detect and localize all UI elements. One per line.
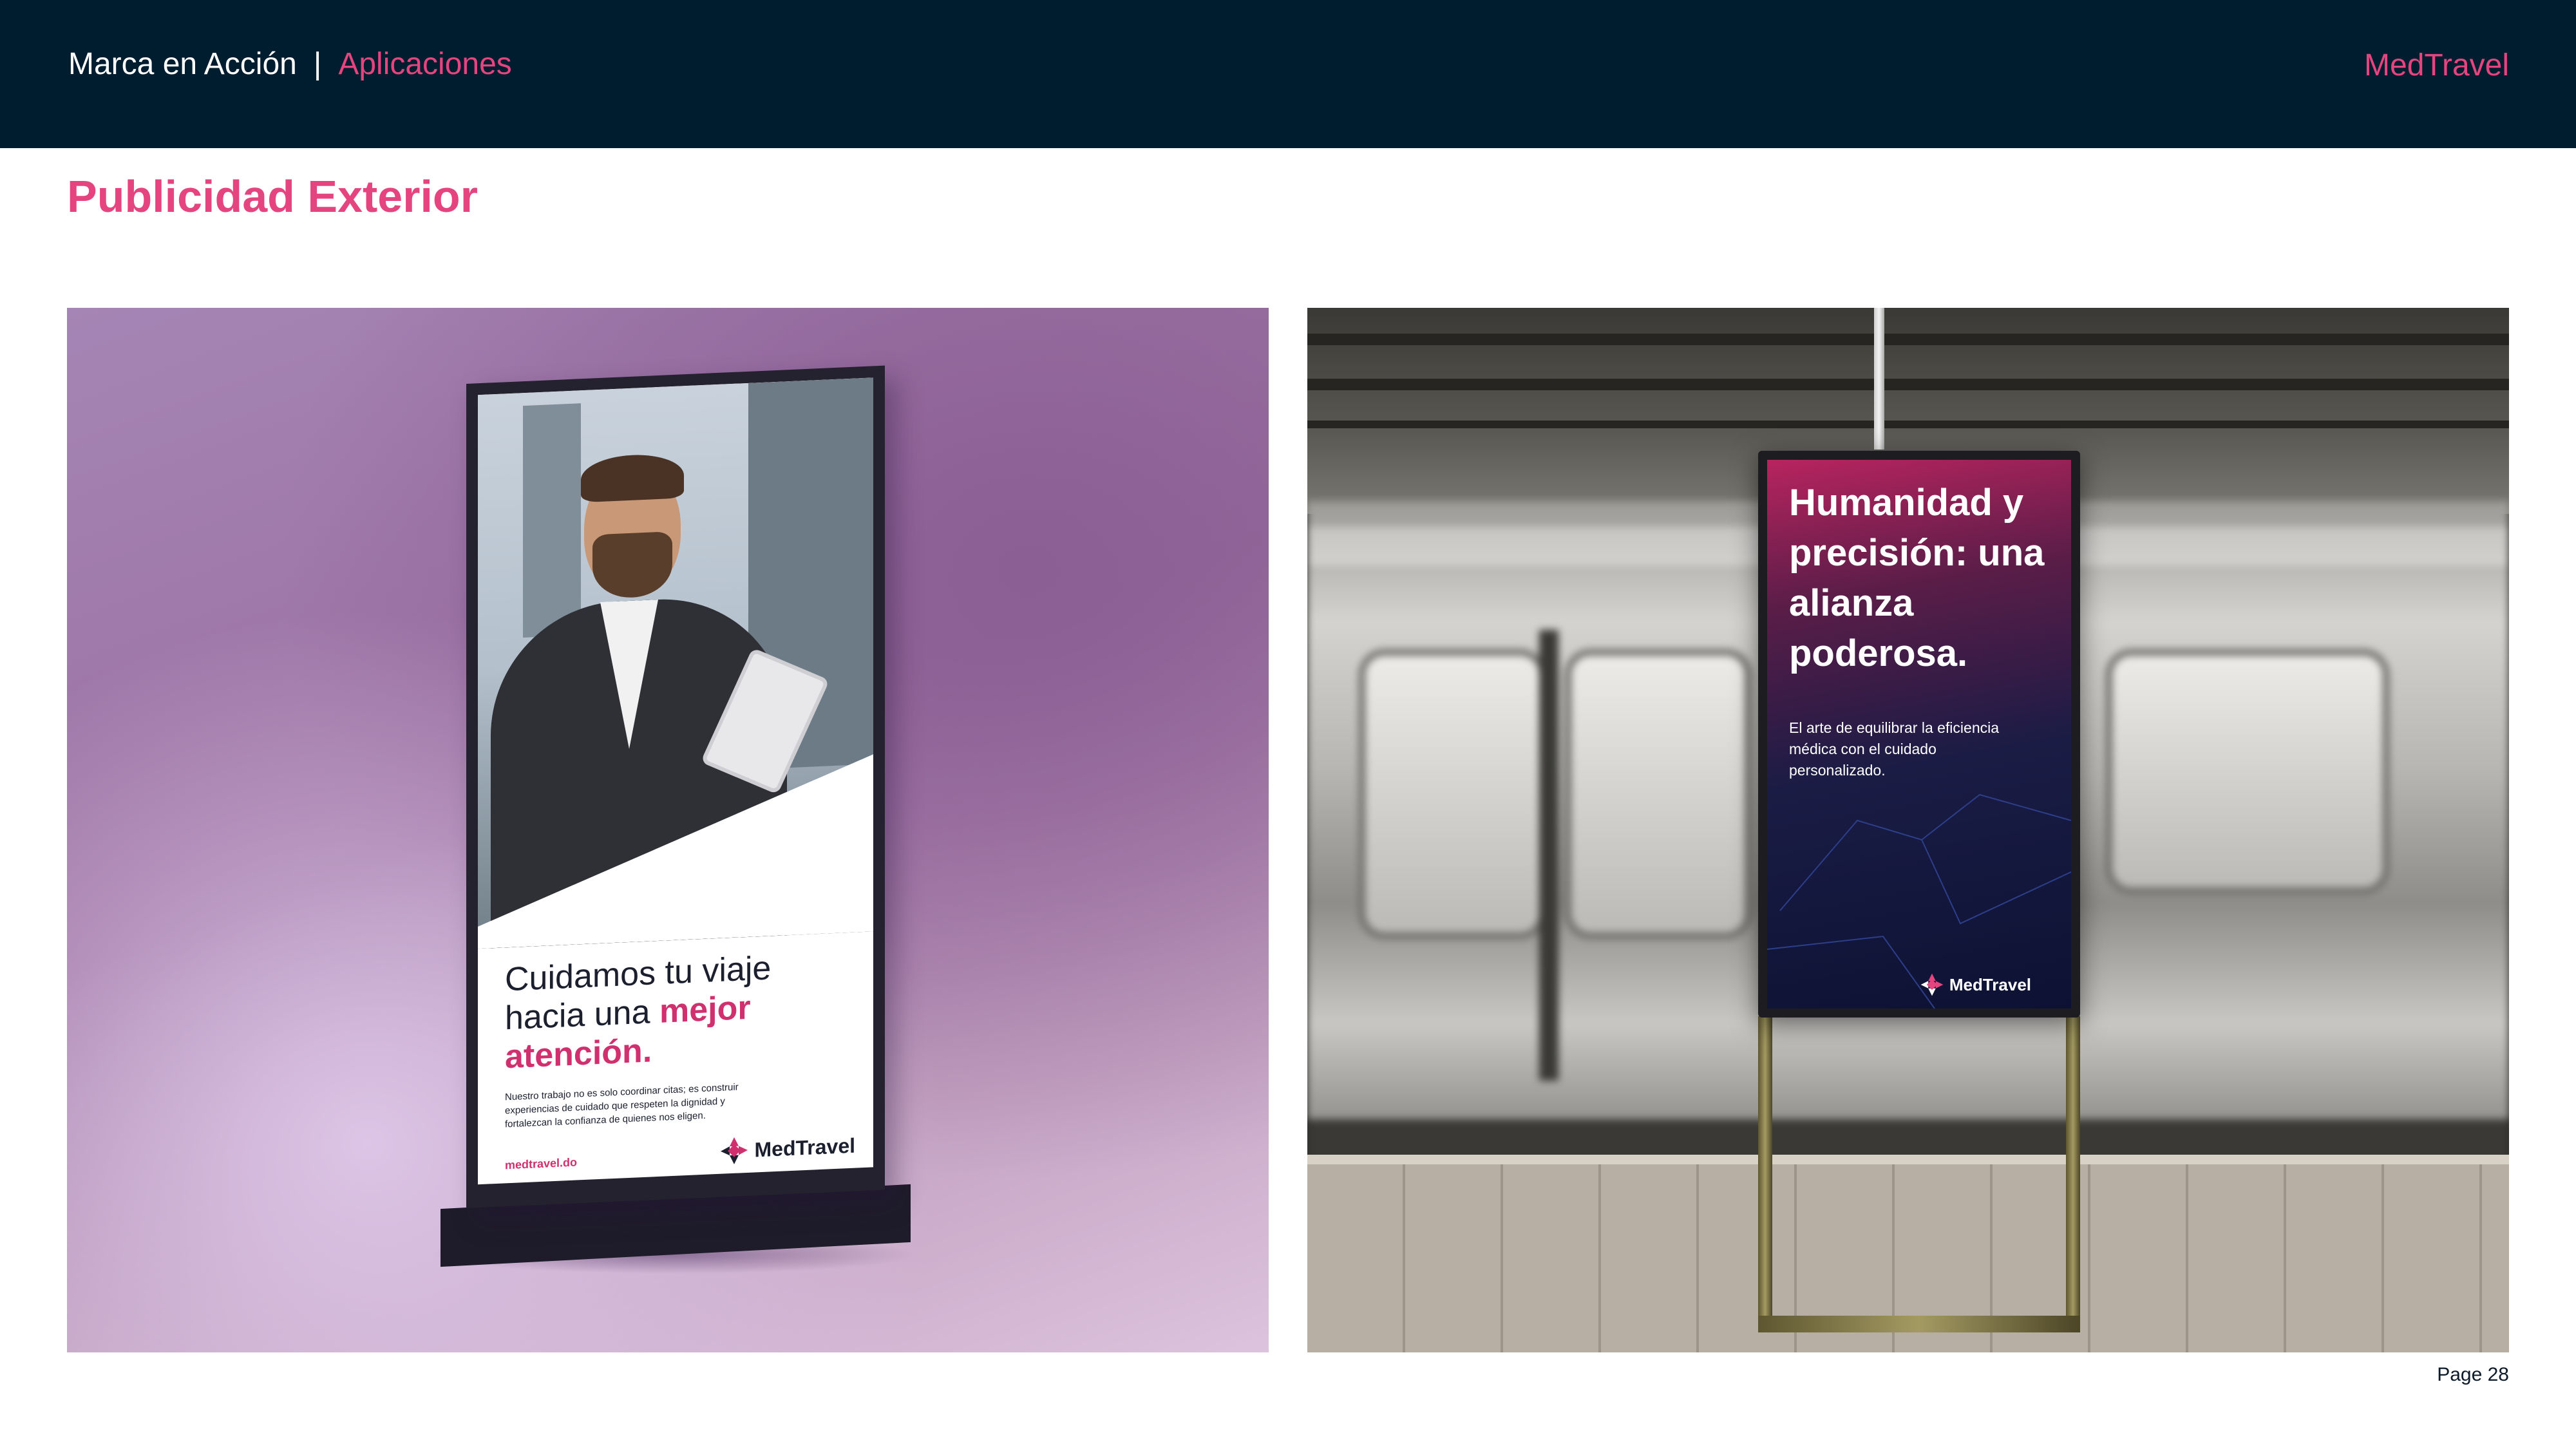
- page-number: Page 28: [2437, 1364, 2509, 1385]
- top-header-bar: Marca en Acción | Aplicaciones MedTravel: [0, 0, 2576, 148]
- digital-screen: Humanidad y precisión: una alianza poder…: [1758, 451, 2080, 1018]
- ceiling-beam: [1307, 379, 2509, 390]
- breadcrumb-separator: |: [313, 47, 322, 81]
- train-door-gap: [1539, 630, 1558, 1081]
- page-title: Publicidad Exterior: [67, 171, 478, 222]
- breadcrumb-subsection: Aplicaciones: [338, 47, 512, 81]
- medtravel-logo-icon: [721, 1137, 748, 1164]
- ceiling-beam: [1307, 421, 2509, 428]
- poster-body-text: Nuestro trabajo no es solo coordinar cit…: [505, 1081, 739, 1130]
- building-shape: [523, 403, 581, 638]
- train-window: [2106, 649, 2389, 894]
- screen-logo: MedTravel: [1920, 972, 2031, 997]
- medtravel-logo-icon: [1920, 973, 1944, 996]
- poster-headline: Cuidamos tu viaje hacia una mejor atenci…: [505, 945, 853, 1077]
- poster-logo-text: MedTravel: [754, 1133, 855, 1161]
- man-hair: [581, 453, 684, 503]
- stand-leg: [2066, 1016, 2080, 1332]
- totem-display: Cuidamos tu viaje hacia una mejor atenci…: [466, 365, 885, 1208]
- breadcrumb-section: Marca en Acción: [68, 47, 297, 81]
- screen-body-text: El arte de equilibrar la eficiencia médi…: [1789, 719, 2000, 779]
- stand-leg: [1758, 1016, 1772, 1332]
- totem-poster: Cuidamos tu viaje hacia una mejor atenci…: [478, 377, 873, 1185]
- train-window: [1359, 649, 1546, 939]
- subway-mockup-image: Humanidad y precisión: una alianza poder…: [1307, 308, 2509, 1352]
- screen-headline: Humanidad y precisión: una alianza poder…: [1789, 482, 2045, 674]
- businessman-photo: [478, 377, 873, 949]
- poster-logo: MedTravel: [719, 1131, 855, 1166]
- brand-name: MedTravel: [2364, 48, 2509, 82]
- train-window: [1565, 649, 1752, 939]
- screen-content: Humanidad y precisión: una alianza poder…: [1767, 460, 2071, 1009]
- stand-foot: [1758, 1316, 2080, 1332]
- totem-mockup-image: Cuidamos tu viaje hacia una mejor atenci…: [67, 308, 1269, 1352]
- poster-url: medtravel.do: [505, 1155, 578, 1172]
- breadcrumb: Marca en Acción | Aplicaciones: [68, 46, 512, 82]
- ceiling-beam: [1307, 334, 2509, 345]
- screen-logo-text: MedTravel: [1949, 974, 2031, 994]
- ceiling-pole: [1874, 308, 1884, 450]
- man-beard: [592, 531, 672, 600]
